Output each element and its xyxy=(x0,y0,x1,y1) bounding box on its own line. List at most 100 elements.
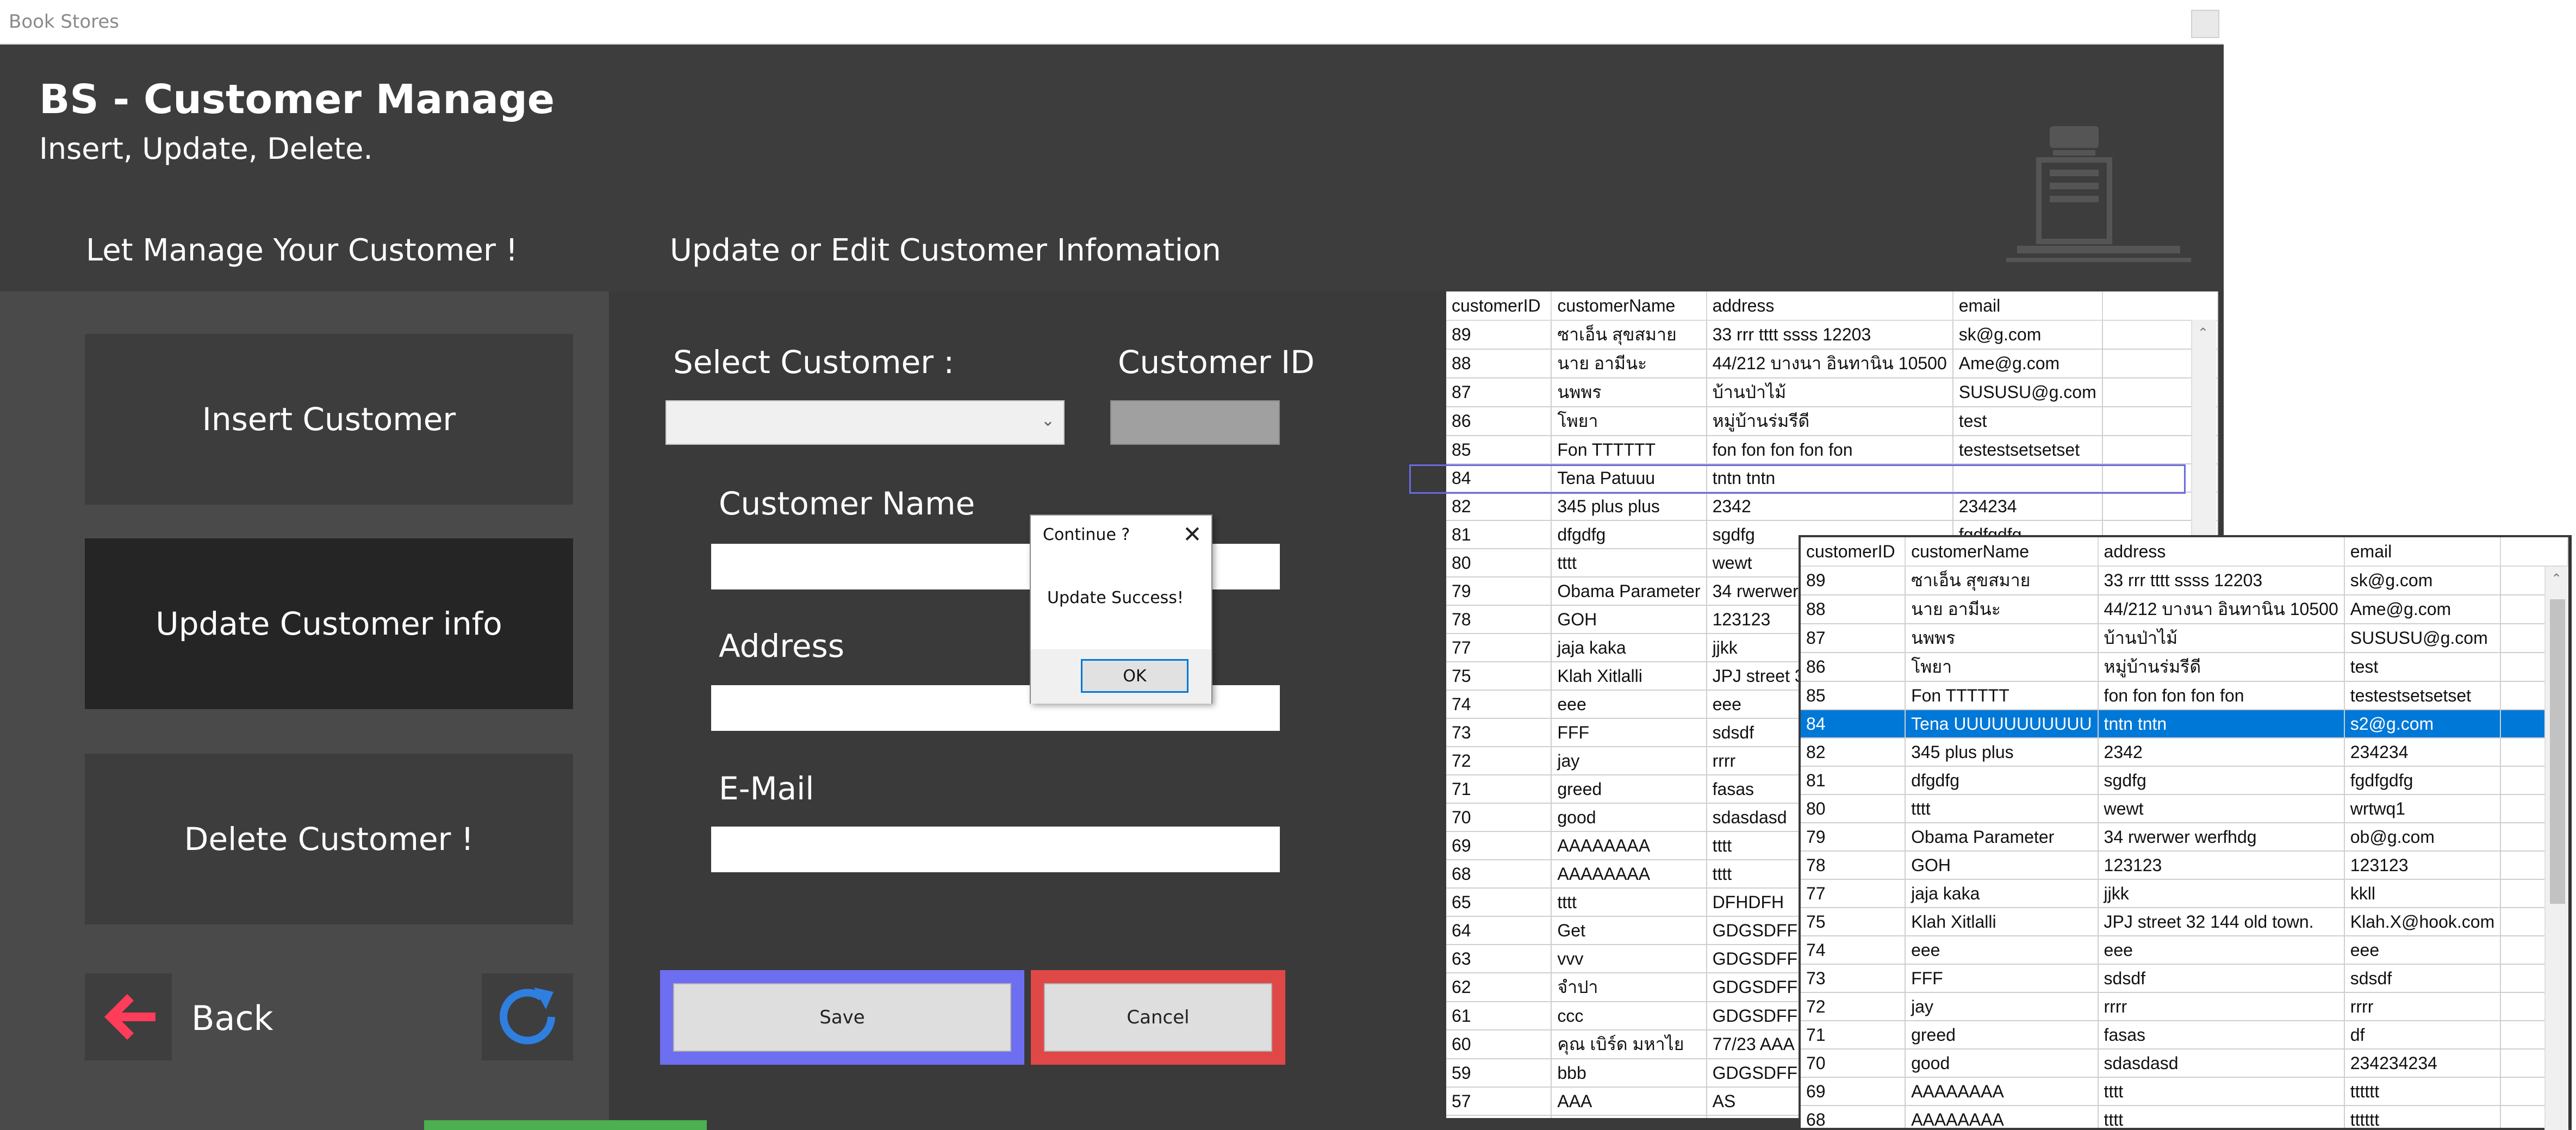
cell-customer-name[interactable]: FFF xyxy=(1551,718,1707,747)
cell-customer-id[interactable]: 87 xyxy=(1446,378,1552,407)
insert-customer-button[interactable]: Insert Customer xyxy=(85,334,573,505)
column-header-address[interactable]: address xyxy=(2098,537,2345,567)
cell-customer-id[interactable]: 89 xyxy=(1446,320,1552,350)
cell-customer-name[interactable]: โพยา xyxy=(1905,653,2099,682)
cell-customer-id[interactable]: 79 xyxy=(1446,577,1552,606)
cell-email[interactable]: Klah.X@hook.com xyxy=(2344,908,2502,936)
cell-customer-id[interactable]: 72 xyxy=(1801,992,1906,1021)
cell-customer-id[interactable]: 75 xyxy=(1446,662,1552,691)
cell-address[interactable]: sdasdasd xyxy=(2098,1049,2345,1078)
table-row[interactable]: 87 นพพร บ้านป่าไม้ SUSUSU@g.com xyxy=(1446,378,2218,407)
cell-address[interactable]: tttt xyxy=(2098,1077,2345,1106)
table-row[interactable]: 84 Tena UUUUUUUUUUU tntn tntn s2@g.com xyxy=(1801,710,2568,738)
cell-customer-id[interactable]: 69 xyxy=(1446,831,1552,860)
cell-customer-name[interactable]: GOH xyxy=(1905,851,2099,880)
table-row[interactable]: 81 dfgdfg sgdfg fgdfgdfg xyxy=(1801,766,2568,795)
column-header-email[interactable]: email xyxy=(1952,291,2103,321)
cell-address[interactable]: 33 rrr tttt ssss 12203 xyxy=(1706,320,1953,350)
cell-customer-name[interactable]: jay xyxy=(1551,747,1707,775)
table-row[interactable]: 73 FFF sdsdf sdsdf xyxy=(1801,964,2568,993)
cell-customer-name[interactable]: นพพร xyxy=(1905,624,2099,653)
cell-customer-id[interactable]: 81 xyxy=(1446,520,1552,549)
refresh-button[interactable] xyxy=(482,973,573,1060)
cell-customer-id[interactable]: 70 xyxy=(1801,1049,1906,1078)
cell-address[interactable]: tttt xyxy=(2098,1106,2345,1128)
column-header-customer-id[interactable]: customerID xyxy=(1801,537,1906,567)
cell-email[interactable]: test xyxy=(1952,407,2103,436)
table-row[interactable]: 84 Tena Patuuu tntn tntn xyxy=(1446,464,2218,493)
cell-customer-id[interactable]: 78 xyxy=(1446,605,1552,634)
cell-customer-id[interactable]: 75 xyxy=(1801,908,1906,936)
cell-address[interactable]: บ้านป่าไม้ xyxy=(1706,378,1953,407)
cell-customer-id[interactable]: 86 xyxy=(1801,653,1906,682)
cell-customer-id[interactable]: 65 xyxy=(1446,888,1552,917)
cell-customer-name[interactable]: dfgdfg xyxy=(1551,520,1707,549)
cell-address[interactable]: eee xyxy=(2098,936,2345,965)
column-header-customer-name[interactable]: customerName xyxy=(1905,537,2099,567)
table-row[interactable]: 82 345 plus plus 2342 234234 xyxy=(1446,492,2218,521)
table-row[interactable]: 82 345 plus plus 2342 234234 xyxy=(1801,738,2568,767)
cell-customer-id[interactable]: 88 xyxy=(1801,595,1906,624)
save-button[interactable]: Save xyxy=(673,983,1011,1052)
chevron-up-icon[interactable]: ⌃ xyxy=(2551,571,2562,586)
table-row[interactable]: 89 ซาเอ็น สุขสมาย 33 rrr tttt ssss 12203 sk… xyxy=(1446,320,2218,350)
cell-address[interactable]: 44/212 บางนา อินทานิน 10500 xyxy=(1706,349,1953,378)
cell-customer-id[interactable]: 81 xyxy=(1801,766,1906,795)
cell-address[interactable]: tntn tntn xyxy=(2098,710,2345,738)
cell-customer-name[interactable]: AAAAAAAA xyxy=(1551,831,1707,860)
cell-customer-id[interactable]: 77 xyxy=(1446,634,1552,662)
cell-customer-name[interactable]: tttt xyxy=(1551,549,1707,578)
cell-customer-id[interactable]: 73 xyxy=(1801,964,1906,993)
cell-customer-name[interactable]: tttt xyxy=(1905,794,2099,823)
cell-customer-id[interactable]: 74 xyxy=(1446,690,1552,719)
cell-customer-name[interactable]: นาย อามีนะ xyxy=(1551,349,1707,378)
cell-customer-name[interactable]: eee xyxy=(1905,936,2099,965)
cell-customer-id[interactable]: 69 xyxy=(1801,1077,1906,1106)
cell-customer-name[interactable]: FFF xyxy=(1905,964,2099,993)
table-row[interactable]: 74 eee eee eee xyxy=(1801,936,2568,965)
cell-email[interactable]: df xyxy=(2344,1021,2502,1050)
cell-address[interactable]: sgdfg xyxy=(2098,766,2345,795)
cell-customer-id[interactable]: 72 xyxy=(1446,747,1552,775)
cell-email[interactable]: Ame@g.com xyxy=(1952,349,2103,378)
close-icon[interactable]: ✕ xyxy=(1179,521,1206,548)
back-button[interactable] xyxy=(85,973,172,1060)
cell-customer-id[interactable]: 80 xyxy=(1801,794,1906,823)
scrollbar-thumb[interactable] xyxy=(2550,599,2565,904)
column-header-customer-name[interactable]: customerName xyxy=(1551,291,1707,321)
cell-email[interactable]: SUSUSU@g.com xyxy=(1952,378,2103,407)
cell-customer-id[interactable]: 82 xyxy=(1446,492,1552,521)
table-row[interactable]: 71 greed fasas df xyxy=(1801,1021,2568,1050)
cell-customer-name[interactable]: good xyxy=(1551,803,1707,832)
cell-address[interactable]: 44/212 บางนา อินทานิน 10500 xyxy=(2098,595,2345,624)
cell-address[interactable]: fon fon fon fon fon xyxy=(2098,681,2345,710)
cell-address[interactable]: fon fon fon fon fon xyxy=(1706,436,1953,464)
cell-address[interactable]: tntn tntn xyxy=(1706,464,1953,493)
cell-address[interactable]: 2342 xyxy=(1706,492,1953,521)
cell-customer-name[interactable]: Obama Parameter xyxy=(1551,577,1707,606)
table-row[interactable]: 79 Obama Parameter 34 rwerwer werfhdg ob@g.… xyxy=(1801,823,2568,852)
cell-customer-name[interactable]: นพพร xyxy=(1551,378,1707,407)
select-customer-dropdown[interactable]: ⌄ xyxy=(665,400,1065,445)
cell-customer-id[interactable]: 57 xyxy=(1446,1087,1552,1116)
cell-customer-name[interactable]: ccc xyxy=(1551,1002,1707,1030)
window-control-button[interactable] xyxy=(2191,10,2219,38)
table-row[interactable]: 85 Fon TTTTTT fon fon fon fon fon testestse… xyxy=(1801,681,2568,710)
cell-customer-name[interactable]: vvv xyxy=(1551,945,1707,973)
cell-customer-name[interactable]: jaja kaka xyxy=(1551,634,1707,662)
cell-customer-id[interactable]: 79 xyxy=(1801,823,1906,852)
cell-customer-id[interactable]: 85 xyxy=(1801,681,1906,710)
cell-customer-name[interactable]: ddd xyxy=(1551,1115,1707,1118)
cell-customer-name[interactable]: eee xyxy=(1551,690,1707,719)
table-row[interactable]: 75 Klah Xitlalli JPJ street 32 144 old tow… xyxy=(1801,908,2568,936)
table-row[interactable]: 86 โพยา หมู่บ้านร่มรีดี test xyxy=(1446,407,2218,436)
cell-customer-id[interactable]: 74 xyxy=(1801,936,1906,965)
cell-email[interactable]: 234234234 xyxy=(2344,1049,2502,1078)
cell-customer-name[interactable]: tttt xyxy=(1551,888,1707,917)
cell-customer-name[interactable]: AAA xyxy=(1551,1087,1707,1116)
cell-customer-name[interactable]: ซาเอ็น สุขสมาย xyxy=(1551,320,1707,350)
cell-customer-id[interactable]: 77 xyxy=(1801,879,1906,908)
cell-customer-name[interactable]: Klah Xitlalli xyxy=(1905,908,2099,936)
cell-customer-id[interactable]: 88 xyxy=(1446,349,1552,378)
cell-customer-id[interactable]: 71 xyxy=(1801,1021,1906,1050)
